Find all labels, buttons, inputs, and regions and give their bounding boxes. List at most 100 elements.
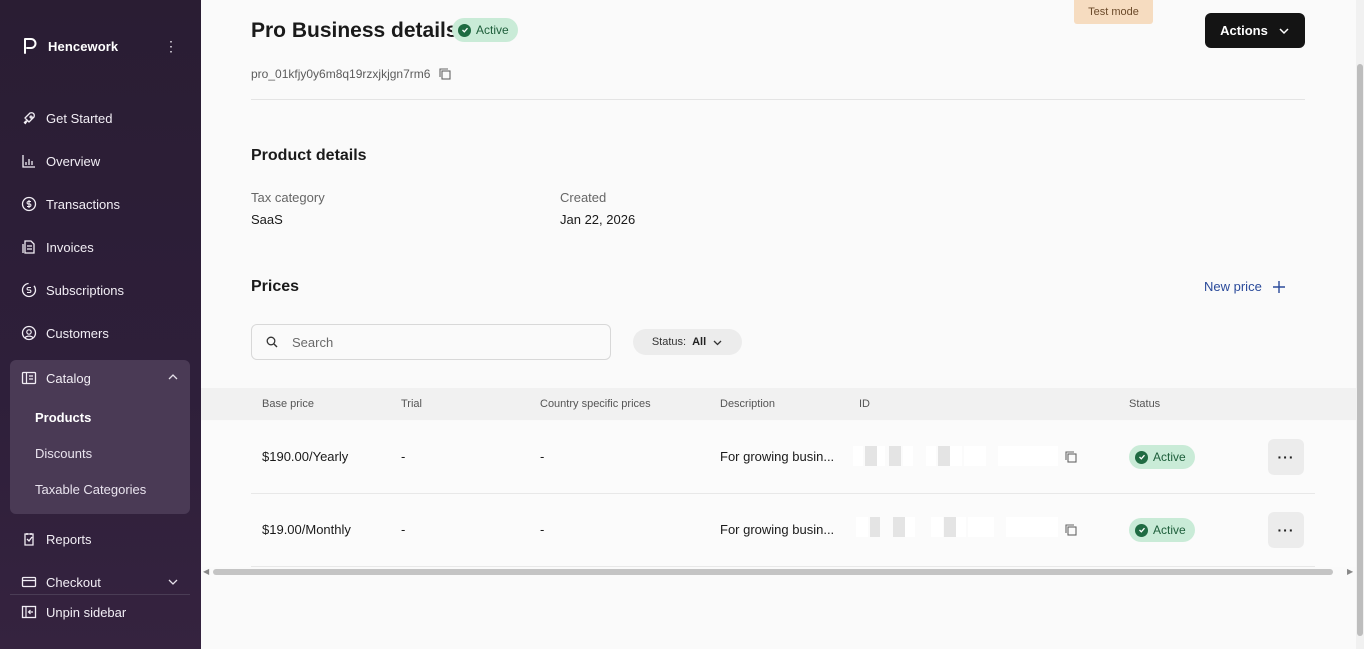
chevron-down-icon xyxy=(1279,27,1289,34)
trial-cell: - xyxy=(401,449,406,464)
sidebar-item-label: Checkout xyxy=(46,574,101,590)
brand[interactable]: Hencework ⋮ xyxy=(22,36,182,56)
status-badge: Active xyxy=(1129,518,1195,542)
more-horizontal-icon: ··· xyxy=(1277,449,1295,465)
sidebar-item-label: Unpin sidebar xyxy=(46,604,127,620)
header-divider xyxy=(251,99,1305,100)
plus-icon xyxy=(1272,280,1285,293)
column-header-id[interactable]: ID xyxy=(859,398,870,410)
credit-card-icon xyxy=(21,576,37,588)
status-badge-label: Active xyxy=(476,23,509,37)
sidebar-item-customers[interactable]: Customers xyxy=(10,315,190,351)
copy-icon[interactable] xyxy=(1064,523,1078,537)
new-price-button[interactable]: New price xyxy=(1204,279,1286,294)
invoice-icon xyxy=(22,240,35,254)
brand-logo-icon xyxy=(24,38,37,54)
check-circle-icon xyxy=(1135,450,1148,464)
catalog-icon xyxy=(21,371,37,385)
column-header-base-price[interactable]: Base price xyxy=(262,398,314,410)
horizontal-scrollbar[interactable] xyxy=(213,569,1333,575)
sidebar-subitem-discounts[interactable]: Discounts xyxy=(35,446,92,461)
report-icon xyxy=(24,533,34,546)
chevron-down-icon[interactable] xyxy=(168,577,178,587)
column-header-country-prices[interactable]: Country specific prices xyxy=(540,398,651,410)
tax-category-value: SaaS xyxy=(251,212,283,227)
user-circle-icon xyxy=(21,325,37,341)
sidebar-item-overview[interactable]: Overview xyxy=(10,143,190,179)
row-divider xyxy=(251,566,1315,567)
main-content: Pro Business details Active Test mode Ac… xyxy=(201,0,1364,649)
sidebar-item-reports[interactable]: Reports xyxy=(10,521,190,557)
sidebar-item-transactions[interactable]: Transactions xyxy=(10,186,190,222)
country-prices-cell: - xyxy=(540,449,545,464)
status-badge: Active xyxy=(1129,445,1195,469)
status-badge: Active xyxy=(452,18,518,42)
unpin-icon xyxy=(21,605,37,619)
check-circle-icon xyxy=(458,23,471,37)
kebab-icon[interactable]: ⋮ xyxy=(164,38,178,54)
sidebar: Hencework ⋮ Get Started Overview Transac… xyxy=(0,0,201,649)
sidebar-item-label: Invoices xyxy=(46,239,94,255)
trial-cell: - xyxy=(401,522,406,537)
description-cell: For growing busin... xyxy=(720,522,835,537)
chevron-down-icon xyxy=(713,340,722,345)
sidebar-item-catalog[interactable]: Catalog xyxy=(10,360,190,396)
country-prices-cell: - xyxy=(540,522,545,537)
sidebar-item-get-started[interactable]: Get Started xyxy=(10,100,190,136)
product-details-title: Product details xyxy=(251,147,367,164)
sidebar-item-label: Reports xyxy=(46,531,92,547)
base-price-cell: $190.00/Yearly xyxy=(262,449,349,464)
scroll-left-arrow-icon[interactable]: ◀ xyxy=(203,567,209,576)
prices-table-header: Base price Trial Country specific prices… xyxy=(201,388,1357,420)
row-more-button[interactable]: ··· xyxy=(1268,512,1304,548)
search-box xyxy=(251,324,611,360)
sidebar-item-invoices[interactable]: Invoices xyxy=(10,229,190,265)
status-badge-label: Active xyxy=(1153,523,1186,537)
prices-title: Prices xyxy=(251,278,300,295)
status-filter-value: All xyxy=(692,336,707,348)
actions-button-label: Actions xyxy=(1220,23,1268,38)
vertical-scrollbar[interactable] xyxy=(1357,64,1363,636)
status-filter-label: Status: xyxy=(651,336,687,348)
sidebar-item-label: Customers xyxy=(46,325,109,341)
actions-button[interactable]: Actions xyxy=(1205,13,1305,48)
sidebar-item-label: Catalog xyxy=(46,370,91,386)
status-filter-dropdown[interactable]: Status: All xyxy=(633,329,742,355)
chevron-up-icon[interactable] xyxy=(168,372,178,382)
column-header-trial[interactable]: Trial xyxy=(401,398,422,410)
unpin-sidebar-button[interactable]: Unpin sidebar xyxy=(10,594,190,630)
table-row[interactable]: $19.00/Monthly - - For growing busin... … xyxy=(201,494,1357,567)
new-price-label: New price xyxy=(1204,279,1262,294)
subscription-icon xyxy=(21,282,37,298)
sidebar-subitem-products[interactable]: Products xyxy=(35,410,91,425)
rocket-icon xyxy=(23,112,35,125)
product-id-value: pro_01kfjy0y6m8q19rzxjkjgn7rm6 xyxy=(251,67,431,81)
more-horizontal-icon: ··· xyxy=(1277,522,1295,538)
sidebar-item-label: Subscriptions xyxy=(46,282,125,298)
test-mode-indicator: Test mode xyxy=(1074,0,1153,24)
sidebar-item-label: Transactions xyxy=(46,196,120,212)
copy-icon[interactable] xyxy=(438,67,452,81)
sidebar-item-subscriptions[interactable]: Subscriptions xyxy=(10,272,190,308)
column-header-description[interactable]: Description xyxy=(720,398,775,410)
sidebar-item-label: Overview xyxy=(46,153,101,169)
page-title: Pro Business details xyxy=(251,19,458,42)
status-badge-label: Active xyxy=(1153,450,1186,464)
sidebar-subitem-taxable-categories[interactable]: Taxable Categories xyxy=(35,482,146,497)
scroll-right-arrow-icon[interactable]: ▶ xyxy=(1347,567,1353,576)
check-circle-icon xyxy=(1135,523,1148,537)
row-more-button[interactable]: ··· xyxy=(1268,439,1304,475)
sidebar-item-label: Get Started xyxy=(46,110,113,126)
base-price-cell: $19.00/Monthly xyxy=(262,522,351,537)
search-input[interactable] xyxy=(292,334,582,350)
bar-chart-icon xyxy=(22,155,35,168)
sidebar-group-catalog: Catalog Products Discounts Taxable Categ… xyxy=(10,360,190,514)
copy-icon[interactable] xyxy=(1064,450,1078,464)
product-id: pro_01kfjy0y6m8q19rzxjkjgn7rm6 xyxy=(251,67,452,81)
created-value: Jan 22, 2026 xyxy=(560,212,636,227)
tax-category-label: Tax category xyxy=(251,190,325,205)
column-header-status[interactable]: Status xyxy=(1129,398,1160,410)
dollar-circle-icon xyxy=(21,196,37,212)
table-row[interactable]: $190.00/Yearly - - For growing busin... … xyxy=(201,421,1357,494)
vertical-scrollbar-track xyxy=(1356,0,1364,649)
